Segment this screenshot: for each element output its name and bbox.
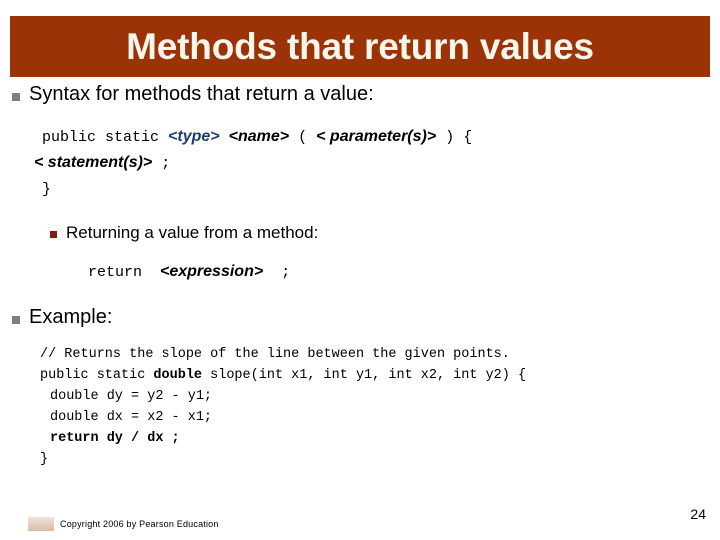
statement-semicolon: ; <box>152 154 171 172</box>
decl-signature: slope(int x1, int y1, int x2, int y2) { <box>202 368 527 384</box>
parameter-placeholder: < parameter(s)> <box>316 128 437 145</box>
syntax-code-line-3: } <box>42 180 52 198</box>
name-placeholder: <name> <box>228 128 290 145</box>
page-number: 24 <box>690 506 706 522</box>
example-code-comment: // Returns the slope of the line between… <box>40 347 510 363</box>
return-keyword: return <box>88 263 161 281</box>
example-code-body-1: double dy = y2 - y1; <box>50 389 213 405</box>
return-semicolon: ; <box>263 263 291 281</box>
example-code-declaration: public static double slope(int x1, int y… <box>0 365 720 386</box>
bullet-square-icon <box>12 316 20 325</box>
syntax-space <box>220 129 229 146</box>
decl-return-type: double <box>153 368 203 384</box>
return-code-line: return <expression> ; <box>0 260 720 284</box>
bullet-returning-heading: Returning a value from a method: <box>0 222 720 243</box>
syntax-modifiers: public static <box>42 129 169 146</box>
bullet-example-heading: Example: <box>0 305 720 330</box>
syntax-paren-close: ) { <box>436 129 473 146</box>
footer-decoration-icon <box>28 517 54 531</box>
example-code-body-2: double dx = x2 - x1; <box>50 410 213 426</box>
copyright-notice: Copyright 2006 by Pearson Education <box>60 519 219 529</box>
bullet-syntax-label: Syntax for methods that return a value: <box>29 83 374 105</box>
example-code-return: return dy / dx ; <box>50 431 180 447</box>
bullet-returning-label: Returning a value from a method: <box>66 223 319 243</box>
expression-placeholder: <expression> <box>160 262 264 280</box>
type-placeholder: <type> <box>168 128 220 145</box>
bullet-example-label: Example: <box>29 306 113 329</box>
example-code-close-brace: } <box>40 452 49 468</box>
decl-modifiers: public static <box>40 368 154 384</box>
bullet-syntax-heading: Syntax for methods that return a value: <box>0 82 720 107</box>
syntax-code-line-2: < statement(s)> ; <box>0 151 720 175</box>
slide-content: Syntax for methods that return a value: … <box>0 82 720 471</box>
sub-bullet-square-icon <box>50 231 57 239</box>
page-title: Methods that return values <box>126 26 594 67</box>
statement-placeholder: < statement(s)> <box>34 153 153 171</box>
syntax-code-line-1: public static <type> <name> ( < paramete… <box>0 125 720 149</box>
slide-title-bar: Methods that return values <box>10 16 710 77</box>
bullet-square-icon <box>12 93 20 101</box>
syntax-paren-open: ( <box>289 129 317 146</box>
